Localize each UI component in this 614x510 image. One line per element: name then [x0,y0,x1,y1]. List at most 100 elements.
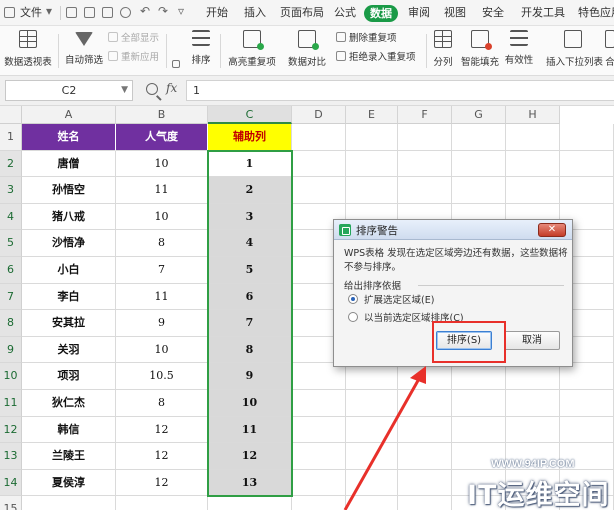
empty-cell[interactable] [452,150,506,178]
select-all-corner[interactable] [0,106,22,124]
empty-cell[interactable] [346,150,398,178]
row-header-8[interactable]: 8 [0,310,22,337]
name-cell[interactable]: 狄仁杰 [22,390,116,417]
helper-cell[interactable]: 5 [208,257,292,284]
zoom-icon[interactable] [146,83,158,95]
name-cell[interactable]: 小白 [22,257,116,284]
row-header-10[interactable]: 10 [0,363,22,390]
empty-cell[interactable] [346,443,398,470]
radio-unchecked-icon[interactable] [348,312,358,322]
empty-cell[interactable] [398,496,452,510]
empty-cell[interactable] [292,443,346,470]
row-header-14[interactable]: 14 [0,469,22,497]
name-cell[interactable]: 兰陵王 [22,443,116,470]
helper-cell[interactable]: 8 [208,336,292,364]
expand-selection-option[interactable]: 扩展选定区域(E) [348,294,434,308]
helper-cell[interactable]: 9 [208,363,292,390]
empty-cell[interactable] [560,363,614,390]
validity-button[interactable]: 有效性 [504,30,534,66]
tab-home[interactable]: 开始 [206,0,228,26]
tab-security[interactable]: 安全 [482,0,504,26]
data-compare-button[interactable]: 数据对比 [284,30,330,68]
empty-cell[interactable] [560,177,614,204]
popularity-cell[interactable]: 7 [116,257,208,284]
popularity-cell[interactable]: 8 [116,390,208,417]
empty-cell[interactable] [560,416,614,444]
empty-cell[interactable] [560,124,614,151]
column-header-a[interactable]: A [22,106,116,124]
helper-cell[interactable]: 12 [208,443,292,470]
merge-button[interactable]: 合 [603,30,614,68]
name-cell[interactable]: 沙悟净 [22,230,116,257]
tab-special[interactable]: 特色应用 [578,0,614,26]
more-commands-icon[interactable]: ▿ [178,5,189,17]
empty-cell[interactable] [398,150,452,178]
row-header-3[interactable]: 3 [0,177,22,204]
empty-cell[interactable] [560,390,614,417]
cancel-button[interactable]: 取消 [504,331,560,350]
helper-cell[interactable]: 13 [208,469,292,497]
empty-cell[interactable] [292,469,346,497]
popularity-cell[interactable]: 12 [116,469,208,497]
popularity-cell[interactable]: 8 [116,230,208,257]
empty-cell[interactable] [346,363,398,390]
empty-cell[interactable] [346,496,398,510]
fx-button[interactable]: fx [166,81,177,95]
empty-cell[interactable] [452,177,506,204]
empty-cell[interactable] [398,390,452,417]
tab-data[interactable]: 数据 [364,5,398,22]
print-preview-icon[interactable] [120,7,131,18]
name-box[interactable]: C2 ▼ [5,80,133,101]
helper-cell[interactable]: 7 [208,310,292,337]
empty-cell[interactable] [398,469,452,497]
empty-cell[interactable] [560,150,614,178]
helper-cell[interactable]: 10 [208,390,292,417]
name-cell[interactable]: 夏侯淳 [22,469,116,497]
empty-cell[interactable] [398,443,452,470]
empty-cell[interactable] [452,363,506,390]
current-selection-option[interactable]: 以当前选定区域排序(C) [348,312,464,326]
popularity-cell[interactable]: 10.5 [116,363,208,390]
helper-cell[interactable]: 2 [208,177,292,204]
empty-cell[interactable] [292,177,346,204]
name-cell[interactable]: 关羽 [22,336,116,364]
empty-cell[interactable] [506,150,560,178]
empty-cell[interactable] [452,390,506,417]
sort-button[interactable]: 排序 [188,30,214,66]
header-cell-helper[interactable]: 辅助列 [208,124,292,151]
empty-cell[interactable] [398,416,452,444]
name-cell[interactable]: 韩信 [22,416,116,444]
name-cell[interactable]: 项羽 [22,363,116,390]
popularity-cell[interactable]: 9 [116,310,208,337]
empty-cell[interactable] [292,363,346,390]
header-cell-name[interactable]: 姓名 [22,124,116,151]
empty-cell[interactable] [506,416,560,444]
popularity-cell[interactable]: 11 [116,177,208,204]
row-header-6[interactable]: 6 [0,257,22,284]
tab-insert[interactable]: 插入 [244,0,266,26]
empty-cell[interactable] [346,124,398,151]
helper-cell[interactable]: 6 [208,283,292,311]
empty-cell[interactable] [398,177,452,204]
helper-cell[interactable]: 1 [208,150,292,178]
pivot-table-button[interactable]: 数据透视表 [4,30,52,68]
file-menu[interactable]: 文件 [20,0,42,26]
name-cell[interactable]: 唐僧 [22,150,116,178]
popularity-cell[interactable]: 12 [116,443,208,470]
empty-cell[interactable] [506,124,560,151]
empty-cell[interactable] [346,177,398,204]
helper-cell[interactable]: 11 [208,416,292,444]
dialog-titlebar[interactable]: 排序警告 ✕ [334,220,572,240]
name-cell[interactable]: 孙悟空 [22,177,116,204]
tab-review[interactable]: 审阅 [408,0,430,26]
empty-cell[interactable] [208,496,292,510]
empty-cell[interactable] [346,390,398,417]
row-header-15[interactable]: 15 [0,496,22,510]
empty-cell[interactable] [292,390,346,417]
column-header-h[interactable]: H [506,106,560,124]
helper-cell[interactable]: 3 [208,203,292,231]
empty-cell[interactable] [292,150,346,178]
empty-cell[interactable] [398,363,452,390]
empty-cell[interactable] [452,124,506,151]
formula-input[interactable]: 1 [186,80,614,101]
